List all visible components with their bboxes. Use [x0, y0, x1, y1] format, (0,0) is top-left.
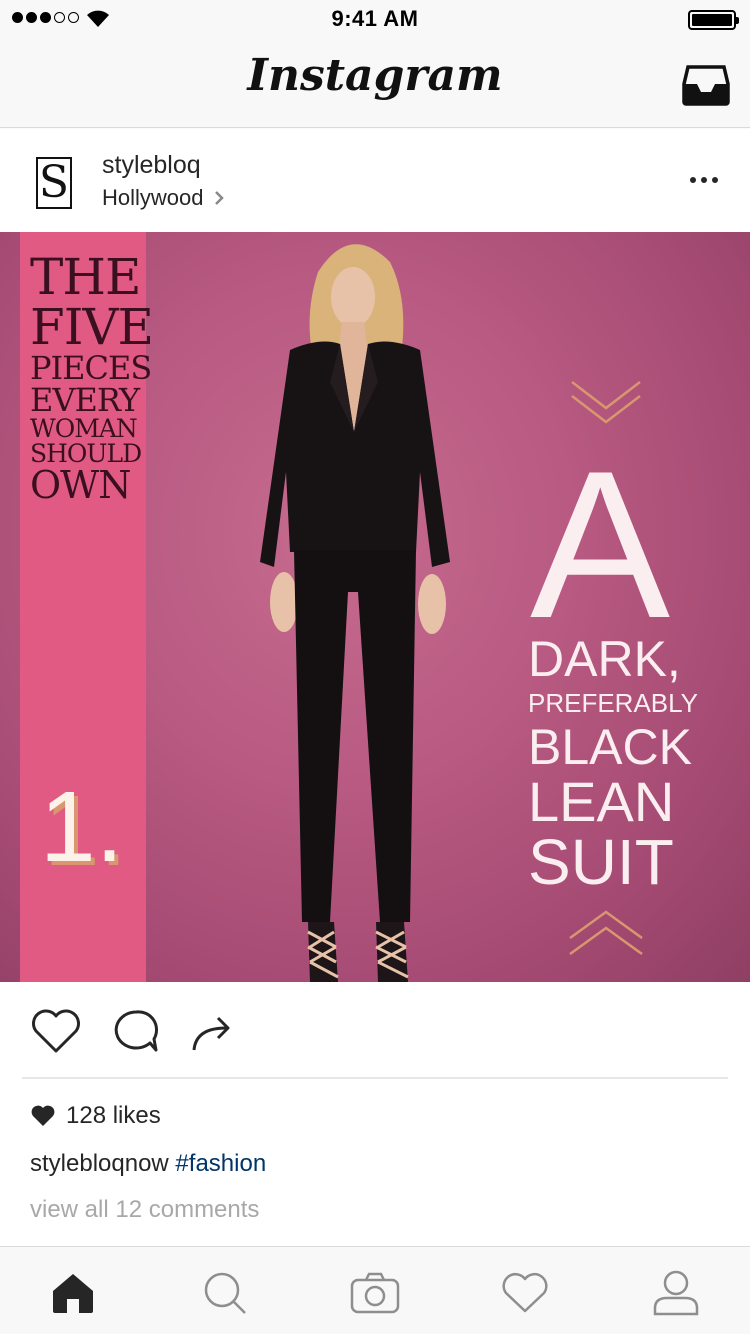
status-time: 9:41 AM: [331, 6, 419, 31]
bottom-tab-bar: [0, 1246, 750, 1334]
heart-filled-icon: [31, 1105, 55, 1126]
suit-line: LEAN: [528, 770, 675, 833]
more-options-icon[interactable]: [690, 177, 718, 183]
heart-icon: [502, 1272, 548, 1313]
app-logo: Instagram: [247, 50, 503, 101]
suit-line: BLACK: [528, 719, 692, 775]
avatar[interactable]: S: [36, 157, 72, 209]
item-number: 1.: [40, 771, 124, 883]
inbox-icon[interactable]: [682, 64, 730, 106]
suit-line: PREFERABLY: [528, 688, 699, 718]
caption-hashtag[interactable]: #fashion: [175, 1150, 266, 1177]
view-comments-link[interactable]: view all 12 comments: [30, 1196, 259, 1224]
post-image[interactable]: THE FIVE PIECES EVERY WOMAN SHOULD OWN 1…: [0, 232, 750, 982]
tab-search[interactable]: [197, 1265, 253, 1321]
chevron-up-icon: [569, 910, 643, 956]
title-line: PIECES: [30, 349, 152, 387]
post-username[interactable]: stylebloq: [102, 151, 201, 180]
title-line: WOMAN: [30, 414, 138, 443]
big-letter: A: [530, 427, 671, 662]
likes-row[interactable]: 128 likes: [30, 1102, 161, 1130]
comment-icon[interactable]: [112, 1008, 160, 1054]
caption-username[interactable]: stylebloqnow: [30, 1150, 169, 1177]
search-icon: [204, 1272, 246, 1314]
title-line: EVERY: [30, 381, 140, 419]
home-icon: [53, 1274, 93, 1313]
top-navigation: Instagram: [0, 40, 750, 128]
likes-count: 128 likes: [66, 1102, 161, 1129]
location-label: Hollywood: [102, 185, 204, 210]
divider: [22, 1077, 728, 1079]
tab-activity[interactable]: [497, 1265, 553, 1321]
image-title: THE FIVE PIECES EVERY WOMAN SHOULD OWN: [30, 248, 154, 507]
title-line: OWN: [30, 463, 131, 507]
chevron-down-icon: [571, 381, 641, 424]
status-bar: 9:41 AM: [0, 0, 750, 40]
like-heart-icon[interactable]: [30, 1008, 82, 1054]
model-figure: [260, 244, 450, 982]
suit-line: DARK,: [528, 631, 681, 687]
tab-camera[interactable]: [347, 1265, 403, 1321]
post-header: S stylebloq Hollywood: [0, 129, 750, 232]
action-icons: [30, 1008, 236, 1054]
suit-line: SUIT: [528, 826, 674, 898]
title-line: FIVE: [30, 298, 154, 356]
suit-description: DARK, PREFERABLY BLACK LEAN SUIT: [528, 634, 698, 894]
tab-home[interactable]: [45, 1265, 101, 1321]
battery-icon: [688, 10, 739, 30]
profile-icon: [653, 1270, 699, 1316]
post-actions: 128 likes stylebloqnow #fashion view all…: [0, 982, 750, 1246]
chevron-right-icon: [214, 191, 224, 205]
title-line: THE: [30, 248, 141, 306]
camera-icon: [350, 1272, 400, 1314]
post-caption: stylebloqnow #fashion: [30, 1150, 266, 1178]
tab-profile[interactable]: [648, 1265, 704, 1321]
share-icon[interactable]: [190, 1008, 236, 1054]
post-location[interactable]: Hollywood: [102, 185, 224, 211]
